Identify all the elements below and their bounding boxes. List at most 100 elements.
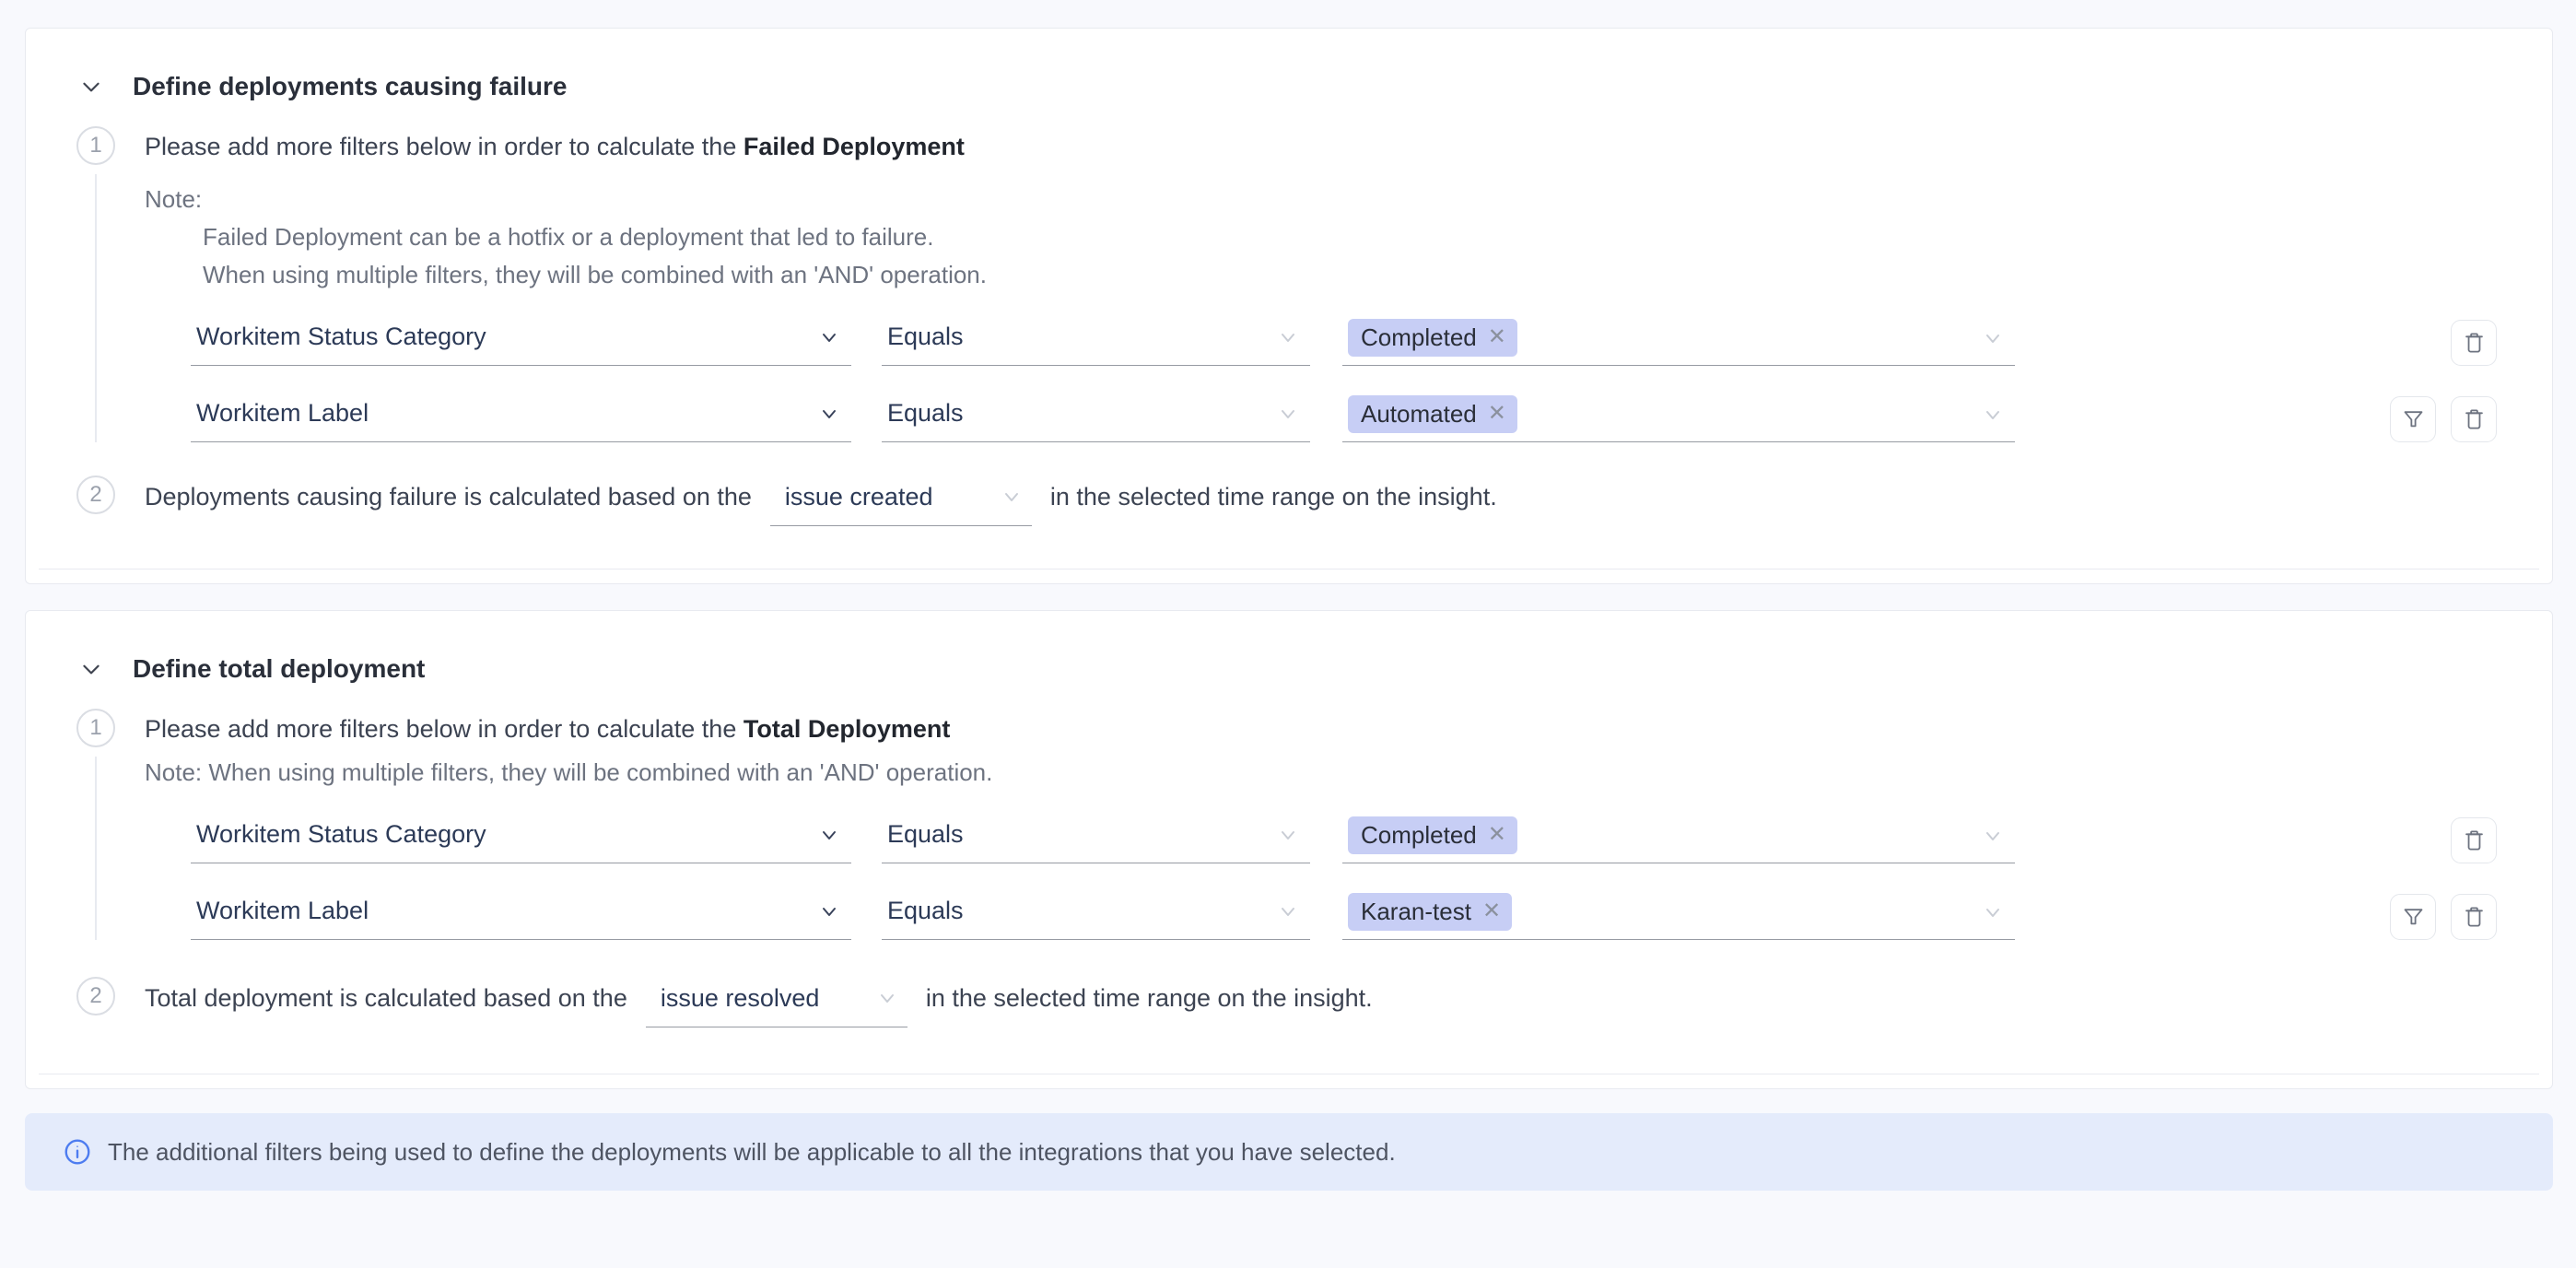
operator-select[interactable]: Equals	[882, 897, 1310, 940]
advanced-filter-button[interactable]	[2390, 396, 2436, 442]
info-banner-text: The additional filters being used to def…	[108, 1138, 1396, 1167]
event-type-select[interactable]: issue resolved	[646, 982, 907, 1027]
field-select-value: Workitem Status Category	[196, 323, 486, 351]
delete-filter-button[interactable]	[2451, 320, 2497, 366]
step2-text-before: Total deployment is calculated based on …	[145, 984, 627, 1012]
chevron-down-icon	[818, 824, 840, 846]
operator-select-value: Equals	[887, 323, 964, 351]
chevron-down-icon	[79, 657, 103, 681]
section-header-total[interactable]: Define total deployment	[26, 611, 2552, 685]
chevron-down-icon	[1277, 326, 1299, 348]
close-icon[interactable]: ✕	[1488, 403, 1506, 425]
field-select[interactable]: Workitem Label	[191, 897, 851, 940]
chevron-down-icon	[818, 403, 840, 425]
delete-filter-button[interactable]	[2451, 396, 2497, 442]
step1-instruction-bold: Total Deployment	[744, 715, 951, 743]
chevron-down-icon	[818, 326, 840, 348]
note-label: Note:	[145, 184, 2552, 214]
operator-select[interactable]: Equals	[882, 820, 1310, 863]
chevron-down-icon	[818, 900, 840, 922]
filter-row: Workitem Status Category Equals Complete…	[191, 319, 2552, 366]
step1-instruction: Please add more filters below in order t…	[145, 709, 2552, 745]
field-select-value: Workitem Label	[196, 399, 369, 428]
filter-row: Workitem Status Category Equals Complete…	[191, 816, 2552, 863]
operator-select-value: Equals	[887, 399, 964, 428]
delete-filter-button[interactable]	[2451, 894, 2497, 940]
step1-instruction: Please add more filters below in order t…	[145, 126, 2552, 162]
stepper-connector	[95, 174, 97, 442]
step1-instruction-bold: Failed Deployment	[744, 133, 965, 160]
value-tag: Karan-test ✕	[1348, 893, 1512, 931]
trash-icon	[2462, 406, 2487, 431]
value-tag: Completed ✕	[1348, 816, 1517, 854]
value-tag-label: Karan-test	[1361, 898, 1471, 924]
filter-row: Workitem Label Equals Automated ✕	[191, 395, 2552, 442]
field-select-value: Workitem Status Category	[196, 820, 486, 849]
chevron-down-icon	[1982, 404, 2004, 426]
close-icon[interactable]: ✕	[1482, 900, 1501, 922]
trash-icon	[2462, 828, 2487, 852]
chevron-down-icon	[1982, 901, 2004, 923]
advanced-filter-button[interactable]	[2390, 894, 2436, 940]
step2-row: 2 Total deployment is calculated based o…	[76, 977, 2552, 1027]
field-select[interactable]: Workitem Status Category	[191, 323, 851, 366]
stepper-rail: 1	[76, 126, 115, 442]
step1-instruction-text: Please add more filters below in order t…	[145, 715, 744, 743]
stepper-connector	[95, 757, 97, 940]
field-select-value: Workitem Label	[196, 897, 369, 925]
step-number-badge: 1	[76, 709, 115, 747]
stepper-rail: 1	[76, 709, 115, 940]
info-icon	[63, 1137, 92, 1167]
value-tag-label: Completed	[1361, 324, 1477, 350]
step2-text-before: Deployments causing failure is calculate…	[145, 483, 752, 511]
step2-text-after: in the selected time range on the insigh…	[1050, 483, 1497, 511]
section-card-failure: Define deployments causing failure 1 Ple…	[25, 28, 2553, 584]
operator-select[interactable]: Equals	[882, 323, 1310, 366]
chevron-down-icon	[1001, 486, 1023, 508]
step-number-badge: 1	[76, 126, 115, 165]
section-title: Define total deployment	[133, 653, 425, 685]
chevron-down-icon	[1277, 824, 1299, 846]
section-header-failure[interactable]: Define deployments causing failure	[26, 29, 2552, 102]
value-multiselect[interactable]: Automated ✕	[1342, 395, 2015, 442]
trash-icon	[2462, 330, 2487, 355]
section-title: Define deployments causing failure	[133, 71, 567, 102]
chevron-down-icon	[1277, 900, 1299, 922]
chevron-down-icon	[1277, 403, 1299, 425]
filter-icon	[2401, 904, 2426, 929]
value-tag: Completed ✕	[1348, 319, 1517, 357]
operator-select[interactable]: Equals	[882, 399, 1310, 442]
value-tag-label: Completed	[1361, 822, 1477, 848]
close-icon[interactable]: ✕	[1488, 326, 1506, 348]
field-select[interactable]: Workitem Status Category	[191, 820, 851, 863]
step-number-badge: 2	[76, 476, 115, 514]
chevron-down-icon	[1982, 825, 2004, 847]
filter-icon	[2401, 406, 2426, 431]
field-select[interactable]: Workitem Label	[191, 399, 851, 442]
trash-icon	[2462, 904, 2487, 929]
operator-select-value: Equals	[887, 820, 964, 849]
value-multiselect[interactable]: Karan-test ✕	[1342, 893, 2015, 940]
section-card-total: Define total deployment 1 Please add mor…	[25, 610, 2553, 1089]
value-multiselect[interactable]: Completed ✕	[1342, 319, 2015, 366]
chevron-down-icon	[1982, 327, 2004, 349]
event-type-select[interactable]: issue created	[770, 481, 1032, 526]
operator-select-value: Equals	[887, 897, 964, 925]
event-type-select-value: issue resolved	[661, 982, 820, 1014]
step2-text-after: in the selected time range on the insigh…	[926, 984, 1373, 1012]
close-icon[interactable]: ✕	[1488, 824, 1506, 846]
delete-filter-button[interactable]	[2451, 817, 2497, 863]
note-line: Note: When using multiple filters, they …	[145, 757, 2552, 787]
event-type-select-value: issue created	[785, 481, 933, 512]
value-tag-label: Automated	[1361, 401, 1477, 427]
step2-row: 2 Deployments causing failure is calcula…	[76, 476, 2552, 526]
info-banner: The additional filters being used to def…	[25, 1113, 2553, 1191]
chevron-down-icon	[876, 987, 898, 1009]
step1-instruction-text: Please add more filters below in order t…	[145, 133, 744, 160]
value-multiselect[interactable]: Completed ✕	[1342, 816, 2015, 863]
value-tag: Automated ✕	[1348, 395, 1517, 433]
step2-sentence: Total deployment is calculated based on …	[145, 977, 1373, 1027]
step-number-badge: 2	[76, 977, 115, 1016]
note-line: Failed Deployment can be a hotfix or a d…	[203, 222, 2552, 252]
step2-sentence: Deployments causing failure is calculate…	[145, 476, 1497, 526]
